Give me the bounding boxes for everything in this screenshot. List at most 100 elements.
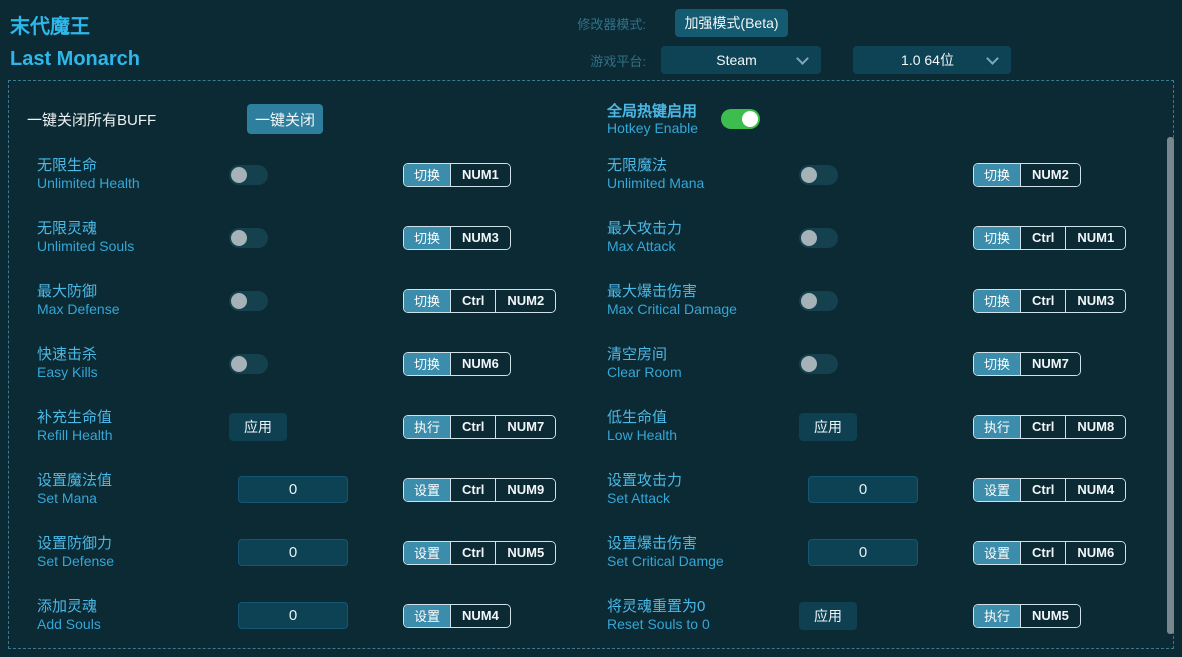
value-input[interactable] xyxy=(808,476,918,503)
scrollbar[interactable] xyxy=(1167,137,1174,634)
platform-dropdown[interactable]: Steam xyxy=(661,46,821,74)
cheat-label-en: Set Critical Damge xyxy=(607,553,724,569)
hotkey-action-label: 设置 xyxy=(404,478,451,501)
hotkey-action-label: 切换 xyxy=(404,352,451,375)
cheat-toggle[interactable] xyxy=(229,227,268,248)
cheat-label-en: Unlimited Health xyxy=(37,175,140,191)
hotkey-group[interactable]: 设置 Ctrl NUM5 xyxy=(403,540,557,565)
cheat-control xyxy=(799,476,973,503)
cheat-row: 清空房间 Clear Room 切换 NUM7 xyxy=(607,332,1177,395)
hotkey-key: Ctrl xyxy=(1020,478,1066,501)
hotkey-action-label: 切换 xyxy=(404,289,451,312)
hotkey-action-label: 设置 xyxy=(974,478,1021,501)
cheat-toggle[interactable] xyxy=(229,164,268,185)
hotkey-group[interactable]: 执行 NUM5 xyxy=(973,603,1081,628)
cheat-label-zh: 无限生命 xyxy=(37,157,98,174)
hotkey-group[interactable]: 切换 NUM7 xyxy=(973,351,1081,376)
apply-button[interactable]: 应用 xyxy=(799,601,857,630)
toggle-knob xyxy=(801,355,817,372)
cheat-row: 最大爆击伤害 Max Critical Damage 切换 Ctrl NUM3 xyxy=(607,269,1177,332)
cheat-row: 设置爆击伤害 Set Critical Damge 设置 CtrlNUM6 xyxy=(607,521,1177,584)
mode-button[interactable]: 加强模式(Beta) xyxy=(675,9,788,37)
cheat-toggle[interactable] xyxy=(799,290,838,311)
hotkey-key: Ctrl xyxy=(1020,541,1066,564)
toggle-knob xyxy=(801,166,817,183)
cheat-row: 补充生命值 Refill Health 应用 执行 Ctrl NUM7 xyxy=(37,395,607,458)
hotkey-group[interactable]: 切换 NUM3 xyxy=(403,225,511,250)
hotkey-group[interactable]: 切换 NUM1 xyxy=(403,162,511,187)
cheat-toggle[interactable] xyxy=(799,227,838,248)
cheat-label-zh: 低生命值 xyxy=(607,409,668,426)
hotkey-key: NUM7 xyxy=(495,415,556,438)
toggle-knob xyxy=(231,166,247,183)
hotkey-group[interactable]: 设置 NUM4 xyxy=(403,603,511,628)
hotkey-action-label: 切换 xyxy=(974,163,1021,186)
mode-label: 修改器模式: xyxy=(577,16,646,32)
hotkey-key: NUM4 xyxy=(450,604,510,627)
cheat-label-en: Low Health xyxy=(607,427,678,443)
hotkey-action-label: 切换 xyxy=(404,226,451,249)
cheat-label-zh: 设置防御力 xyxy=(37,535,113,552)
hotkey-group[interactable]: 切换 NUM2 xyxy=(973,162,1081,187)
hotkey-group[interactable]: 切换 NUM6 xyxy=(403,351,511,376)
hotkey-group[interactable]: 切换 Ctrl NUM3 xyxy=(973,288,1127,313)
cheat-label-en: Add Souls xyxy=(37,616,101,632)
buff-off-label: 一键关闭所有BUFF xyxy=(27,111,157,129)
hotkey-key: Ctrl xyxy=(450,478,496,501)
cheat-toggle[interactable] xyxy=(799,353,838,374)
hotkey-key: NUM3 xyxy=(450,226,510,249)
value-input[interactable] xyxy=(238,602,348,629)
cheat-label-en: Max Critical Damage xyxy=(607,301,737,317)
hotkey-key: NUM5 xyxy=(1020,604,1080,627)
cheat-row: 最大防御 Max Defense 切换 Ctrl NUM2 xyxy=(37,269,607,332)
hotkey-key: NUM9 xyxy=(495,478,556,501)
cheat-control xyxy=(799,353,973,374)
cheat-label-en: Clear Room xyxy=(607,364,682,380)
cheat-toggle[interactable] xyxy=(799,164,838,185)
cheat-toggle[interactable] xyxy=(229,290,268,311)
cheat-label-zh: 无限灵魂 xyxy=(37,220,98,237)
hotkey-group[interactable]: 执行 Ctrl NUM7 xyxy=(403,414,557,439)
apply-button[interactable]: 应用 xyxy=(799,412,857,441)
cheat-control xyxy=(799,539,973,566)
value-input[interactable] xyxy=(238,476,348,503)
cheat-control xyxy=(229,602,403,629)
cheat-label-zh: 清空房间 xyxy=(607,346,668,363)
buff-off-button[interactable]: 一键关闭 xyxy=(247,104,323,134)
cheat-control xyxy=(229,539,403,566)
hotkey-key: NUM5 xyxy=(495,541,556,564)
cheat-label-en: Set Attack xyxy=(607,490,671,506)
toggle-knob xyxy=(801,292,817,309)
hotkey-enable-toggle[interactable] xyxy=(721,109,760,129)
hotkey-key: NUM6 xyxy=(450,352,510,375)
hotkey-key: NUM7 xyxy=(1020,352,1080,375)
apply-button[interactable]: 应用 xyxy=(229,412,287,441)
cheat-row: 设置攻击力 Set Attack 设置 CtrlNUM4 xyxy=(607,458,1177,521)
hotkey-action-label: 设置 xyxy=(404,541,451,564)
cheat-row: 快速击杀 Easy Kills 切换 NUM6 xyxy=(37,332,607,395)
cheat-row: 无限生命 Unlimited Health 切换 NUM1 xyxy=(37,143,607,206)
cheat-label-en: Refill Health xyxy=(37,427,113,443)
hotkey-key: Ctrl xyxy=(450,541,496,564)
value-input[interactable] xyxy=(808,539,918,566)
cheat-label-en: Unlimited Mana xyxy=(607,175,705,191)
version-dropdown[interactable]: 1.0 64位 xyxy=(853,46,1011,74)
value-input[interactable] xyxy=(238,539,348,566)
cheat-row: 低生命值 Low Health 应用 执行 Ctrl NUM8 xyxy=(607,395,1177,458)
cheat-label-zh: 添加灵魂 xyxy=(37,598,98,615)
hotkey-group[interactable]: 切换 Ctrl NUM2 xyxy=(403,288,557,313)
cheat-control: 应用 xyxy=(799,601,973,630)
hotkey-enable-label-zh: 全局热键启用 xyxy=(607,102,698,120)
hotkey-group[interactable]: 设置 Ctrl NUM9 xyxy=(403,477,557,502)
hotkey-group[interactable]: 执行 Ctrl NUM8 xyxy=(973,414,1127,439)
hotkey-group[interactable]: 切换 Ctrl NUM1 xyxy=(973,225,1127,250)
cheat-control xyxy=(229,227,403,248)
hotkey-group[interactable]: 设置 Ctrl NUM6 xyxy=(973,540,1127,565)
cheat-toggle[interactable] xyxy=(229,353,268,374)
cheat-label-zh: 快速击杀 xyxy=(37,346,98,363)
cheat-row: 无限灵魂 Unlimited Souls 切换 NUM3 xyxy=(37,206,607,269)
hotkey-key: NUM8 xyxy=(1065,415,1126,438)
hotkey-group[interactable]: 设置 Ctrl NUM4 xyxy=(973,477,1127,502)
hotkey-action-label: 切换 xyxy=(974,352,1021,375)
hotkey-key: NUM3 xyxy=(1065,289,1126,312)
